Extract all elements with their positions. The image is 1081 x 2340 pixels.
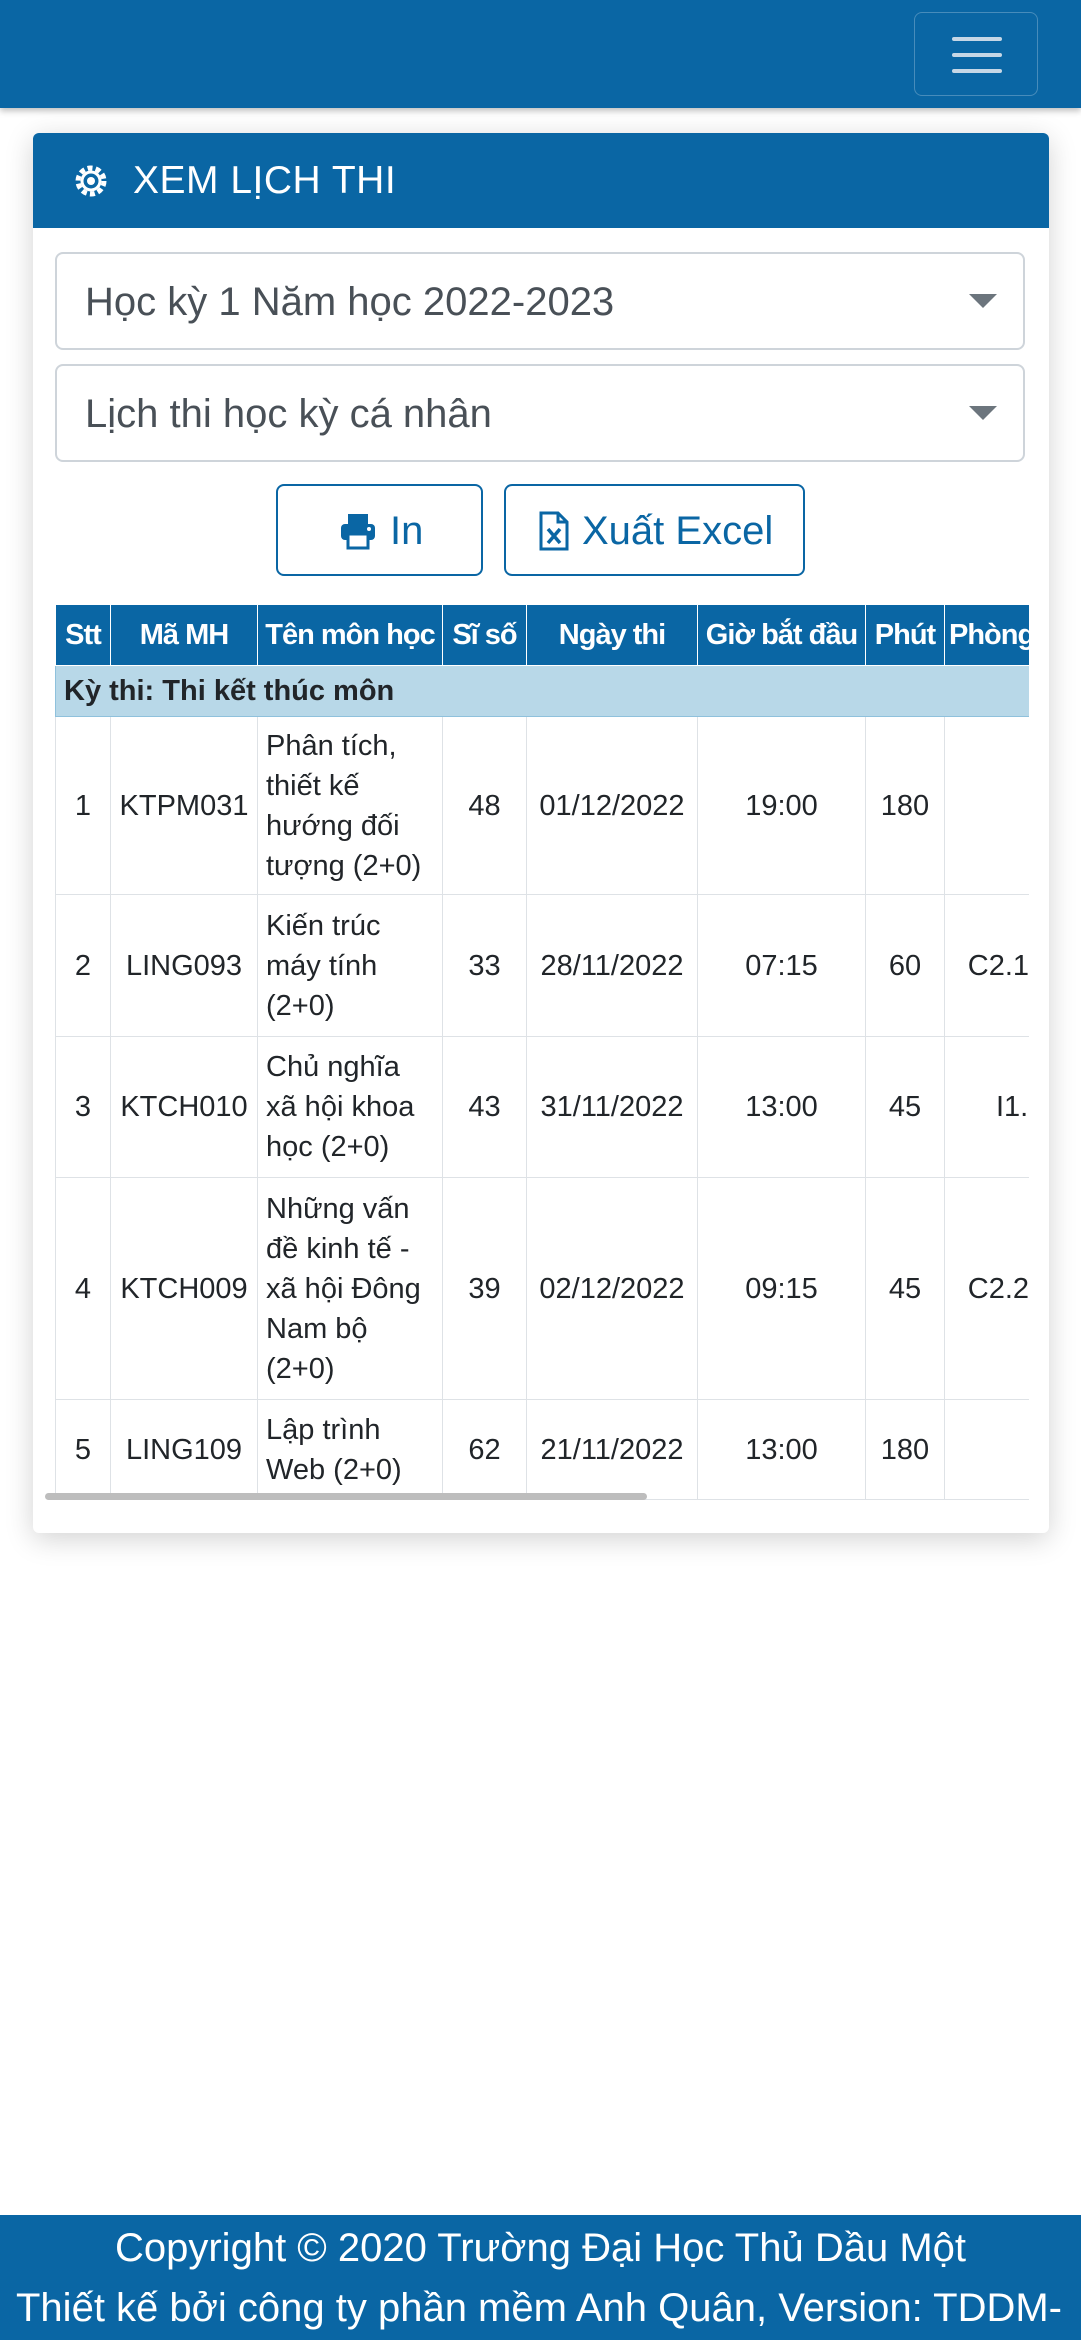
table-cell bbox=[944, 1399, 1029, 1500]
gear-icon bbox=[75, 165, 107, 197]
table-cell: 01/12/2022 bbox=[526, 716, 698, 895]
table-row: 2 LING093 Kiến trúc máy tính (2+0) 33 28… bbox=[55, 894, 1029, 1037]
exam-table-container[interactable]: Stt Mã MH Tên môn học Sĩ số Ngày thi Giờ… bbox=[55, 604, 1029, 1509]
table-cell: 21/11/2022 bbox=[526, 1399, 698, 1500]
table-cell: 3 bbox=[55, 1036, 111, 1178]
semester-select[interactable]: Học kỳ 1 Năm học 2022-2023 bbox=[55, 252, 1025, 350]
table-cell: C2.2( P7 bbox=[944, 1177, 1029, 1400]
table-cell: 31/11/2022 bbox=[526, 1036, 698, 1178]
column-header: Giờ bắt đầu bbox=[697, 604, 866, 666]
table-cell: 39 bbox=[442, 1177, 527, 1400]
table-cell: 07:15 bbox=[697, 894, 866, 1037]
file-excel-icon bbox=[539, 511, 569, 551]
chevron-down-icon bbox=[969, 406, 997, 420]
table-cell: KTPM031 bbox=[110, 716, 258, 895]
table-row: 5 LING109 Lập trình Web (2+0) 62 21/11/2… bbox=[55, 1399, 1029, 1500]
column-header: Ngày thi bbox=[526, 604, 698, 666]
chevron-down-icon bbox=[969, 294, 997, 308]
table-cell: I1.5( bbox=[944, 1036, 1029, 1178]
menu-toggle-button[interactable] bbox=[914, 12, 1038, 96]
hamburger-icon-bar bbox=[952, 53, 1002, 57]
printer-icon bbox=[341, 514, 375, 550]
column-header: Phòng bbox=[944, 604, 1029, 666]
table-cell: 180 bbox=[865, 1399, 945, 1500]
print-button-label: In bbox=[390, 509, 424, 553]
hamburger-icon bbox=[952, 37, 1002, 41]
table-cell: Kiến trúc máy tính (2+0) bbox=[257, 894, 443, 1037]
table-cell: 33 bbox=[442, 894, 527, 1037]
table-row: 3 KTCH010 Chủ nghĩa xã hội khoa học (2+0… bbox=[55, 1036, 1029, 1178]
column-header: Tên môn học bbox=[257, 604, 443, 666]
table-cell: 1 bbox=[55, 716, 111, 895]
table-cell: Chủ nghĩa xã hội khoa học (2+0) bbox=[257, 1036, 443, 1178]
table-cell: 45 bbox=[865, 1036, 945, 1178]
table-cell: Phân tích, thiết kế hướng đối tượng (2+0… bbox=[257, 716, 443, 895]
table-cell: 09:15 bbox=[697, 1177, 866, 1400]
table-cell: 4 bbox=[55, 1177, 111, 1400]
table-cell: 02/12/2022 bbox=[526, 1177, 698, 1400]
table-cell: 28/11/2022 bbox=[526, 894, 698, 1037]
table-cell bbox=[944, 716, 1029, 895]
table-cell: 19:00 bbox=[697, 716, 866, 895]
table-cell: KTCH009 bbox=[110, 1177, 258, 1400]
top-navbar bbox=[0, 0, 1081, 108]
table-cell: KTCH010 bbox=[110, 1036, 258, 1178]
table-cell: 2 bbox=[55, 894, 111, 1037]
column-header: Stt bbox=[55, 604, 111, 666]
table-row: 1 KTPM031 Phân tích, thiết kế hướng đối … bbox=[55, 716, 1029, 895]
table-horizontal-scrollbar[interactable] bbox=[45, 1493, 647, 1500]
footer-credits: Thiết kế bởi công ty phần mềm Anh Quân, … bbox=[16, 2286, 1062, 2330]
table-cell: LING093 bbox=[110, 894, 258, 1037]
card-title: XEM LỊCH THI bbox=[133, 159, 397, 202]
table-cell: 13:00 bbox=[697, 1399, 866, 1500]
table-cell: Những vấn đề kinh tế - xã hội Đông Nam b… bbox=[257, 1177, 443, 1400]
table-header-row: Stt Mã MH Tên môn học Sĩ số Ngày thi Giờ… bbox=[55, 604, 1029, 666]
schedule-type-select[interactable]: Lịch thi học kỳ cá nhân bbox=[55, 364, 1025, 462]
hamburger-icon-bar bbox=[952, 69, 1002, 73]
table-cell: C2.1( P3 bbox=[944, 894, 1029, 1037]
export-excel-button-label: Xuất Excel bbox=[582, 509, 774, 553]
table-cell: 5 bbox=[55, 1399, 111, 1500]
exam-table: Stt Mã MH Tên môn học Sĩ số Ngày thi Giờ… bbox=[55, 604, 1029, 1500]
table-cell: Lập trình Web (2+0) bbox=[257, 1399, 443, 1500]
column-header: Phút bbox=[865, 604, 945, 666]
table-cell: LING109 bbox=[110, 1399, 258, 1500]
table-cell: 45 bbox=[865, 1177, 945, 1400]
table-cell: 43 bbox=[442, 1036, 527, 1178]
table-cell: 60 bbox=[865, 894, 945, 1037]
table-cell: 48 bbox=[442, 716, 527, 895]
exam-group-row: Kỳ thi: Thi kết thúc môn bbox=[55, 665, 1029, 717]
table-cell: 62 bbox=[442, 1399, 527, 1500]
table-cell: 180 bbox=[865, 716, 945, 895]
schedule-type-select-value: Lịch thi học kỳ cá nhân bbox=[85, 392, 492, 436]
table-row: 4 KTCH009 Những vấn đề kinh tế - xã hội … bbox=[55, 1177, 1029, 1400]
export-excel-button[interactable]: Xuất Excel bbox=[504, 484, 805, 576]
print-button[interactable]: In bbox=[276, 484, 483, 576]
column-header: Sĩ số bbox=[442, 604, 527, 666]
footer: Copyright © 2020 Trường Đại Học Thủ Dầu … bbox=[0, 2215, 1081, 2340]
exam-schedule-card: XEM LỊCH THI Học kỳ 1 Năm học 2022-2023 … bbox=[33, 133, 1049, 1533]
footer-copyright: Copyright © 2020 Trường Đại Học Thủ Dầu … bbox=[114, 2226, 966, 2270]
column-header: Mã MH bbox=[110, 604, 258, 666]
exam-group-label: Kỳ thi: Thi kết thúc môn bbox=[55, 665, 1029, 717]
semester-select-value: Học kỳ 1 Năm học 2022-2023 bbox=[85, 280, 615, 324]
table-cell: 13:00 bbox=[697, 1036, 866, 1178]
card-header: XEM LỊCH THI bbox=[33, 133, 1049, 228]
